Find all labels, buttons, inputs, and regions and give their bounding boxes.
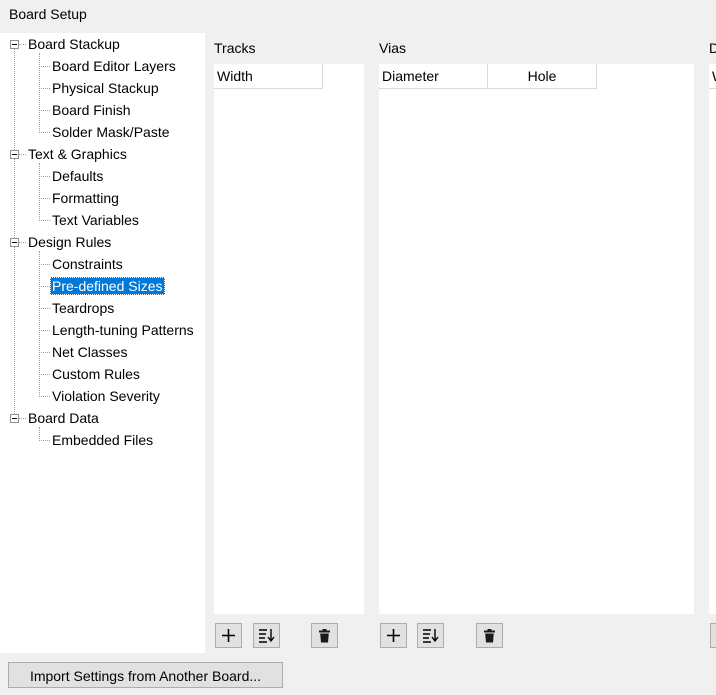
tree-connector — [19, 154, 26, 155]
plus-icon — [222, 629, 235, 642]
tree-connector — [39, 132, 50, 133]
tree-trunk-line — [14, 44, 15, 418]
sort-icon — [259, 629, 275, 643]
window-title: Board Setup — [9, 6, 87, 22]
tracks-grid[interactable]: Width — [214, 64, 364, 614]
tree-item-text-variables[interactable]: Text Variables — [50, 211, 141, 229]
tree-connector — [19, 418, 26, 419]
tree-connector — [39, 352, 50, 353]
import-settings-button[interactable]: Import Settings from Another Board... — [8, 662, 283, 688]
tree-connector — [39, 110, 50, 111]
trash-icon — [484, 628, 495, 642]
tree-item-physical-stackup[interactable]: Physical Stackup — [50, 79, 161, 97]
tree-connector — [39, 286, 50, 287]
tree-item-text-graphics[interactable]: Text & Graphics — [26, 145, 129, 163]
third-section-column[interactable]: W — [709, 64, 716, 89]
tree-item-solder-mask-paste[interactable]: Solder Mask/Paste — [50, 123, 172, 141]
tree-branch-line — [39, 251, 40, 397]
tree-item-custom-rules[interactable]: Custom Rules — [50, 365, 142, 383]
tree-branch-line — [39, 427, 40, 441]
tree-connector — [39, 440, 50, 441]
pre-defined-sizes-panel: Tracks Width Vias Diameter Hole D — [205, 33, 716, 653]
collapse-toggle-text-graphics[interactable] — [10, 150, 19, 159]
tree-connector — [39, 88, 50, 89]
vias-grid[interactable]: Diameter Hole — [379, 64, 694, 614]
tree-item-constraints[interactable]: Constraints — [50, 255, 125, 273]
sort-vias-button[interactable] — [417, 623, 444, 648]
tree-item-defaults[interactable]: Defaults — [50, 167, 105, 185]
collapse-toggle-design-rules[interactable] — [10, 238, 19, 247]
add-track-button[interactable] — [215, 623, 242, 648]
tree-item-board-finish[interactable]: Board Finish — [50, 101, 133, 119]
vias-title: Vias — [379, 40, 406, 56]
tree-item-embedded-files[interactable]: Embedded Files — [50, 431, 155, 449]
tree-connector — [39, 198, 50, 199]
tree-item-design-rules[interactable]: Design Rules — [26, 233, 113, 251]
tree-item-formatting[interactable]: Formatting — [50, 189, 121, 207]
settings-tree[interactable]: Board Stackup Board Editor Layers Physic… — [0, 33, 205, 653]
tree-branch-line — [39, 53, 40, 133]
tree-connector — [39, 66, 50, 67]
tracks-column-width[interactable]: Width — [214, 64, 323, 89]
tree-item-violation-severity[interactable]: Violation Severity — [50, 387, 162, 405]
board-setup-dialog: Board Setup Board Stackup Board Editor L… — [0, 0, 716, 695]
tree-connector — [39, 374, 50, 375]
sort-icon — [423, 629, 439, 643]
delete-track-button[interactable] — [311, 623, 338, 648]
tree-connector — [39, 396, 50, 397]
third-section-grid[interactable]: W — [709, 64, 716, 614]
tree-connector — [39, 308, 50, 309]
tracks-title: Tracks — [214, 40, 256, 56]
tree-connector — [39, 220, 50, 221]
tree-connector — [19, 44, 26, 45]
tree-item-net-classes[interactable]: Net Classes — [50, 343, 129, 361]
tree-item-board-stackup[interactable]: Board Stackup — [26, 35, 122, 53]
tree-connector — [39, 176, 50, 177]
third-section-title: D — [709, 40, 716, 56]
sort-tracks-button[interactable] — [253, 623, 280, 648]
tree-item-pre-defined-sizes[interactable]: Pre-defined Sizes — [50, 277, 165, 295]
vias-column-diameter[interactable]: Diameter — [379, 64, 488, 89]
tree-connector — [39, 330, 50, 331]
delete-via-button[interactable] — [476, 623, 503, 648]
tree-item-board-data[interactable]: Board Data — [26, 409, 101, 427]
add-via-button[interactable] — [380, 623, 407, 648]
trash-icon — [319, 628, 330, 642]
tree-item-teardrops[interactable]: Teardrops — [50, 299, 116, 317]
collapse-toggle-board-stackup[interactable] — [10, 40, 19, 49]
tree-item-board-editor-layers[interactable]: Board Editor Layers — [50, 57, 178, 75]
plus-icon — [387, 629, 400, 642]
tree-branch-line — [39, 163, 40, 221]
tree-item-length-tuning-patterns[interactable]: Length-tuning Patterns — [50, 321, 196, 339]
tree-connector — [39, 264, 50, 265]
collapse-toggle-board-data[interactable] — [10, 414, 19, 423]
vias-column-hole[interactable]: Hole — [488, 64, 597, 89]
third-section-add-button[interactable] — [710, 623, 716, 648]
tree-connector — [19, 242, 26, 243]
